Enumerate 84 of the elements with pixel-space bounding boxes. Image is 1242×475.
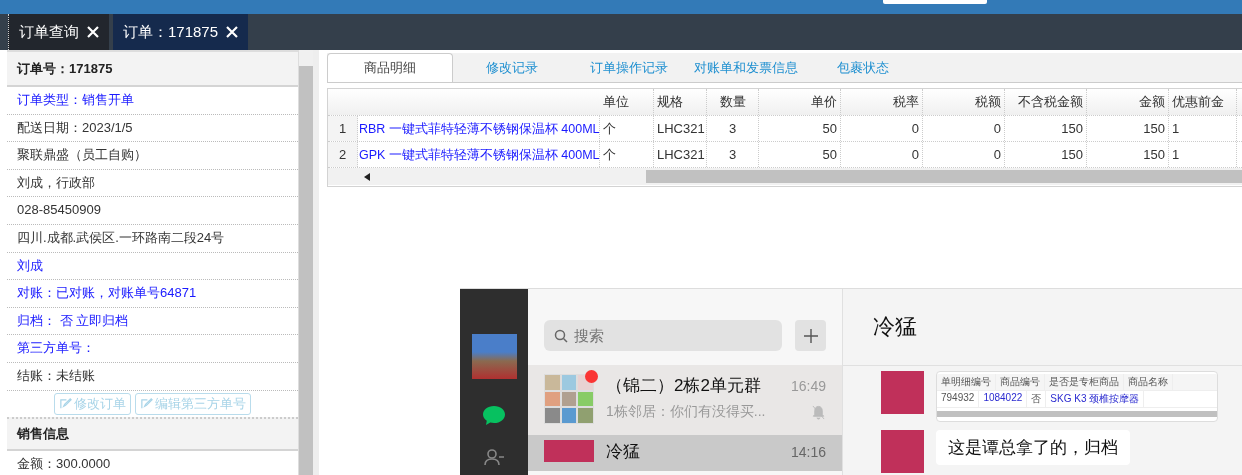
- table-cell: LHC321: [654, 116, 707, 141]
- table-cell: 50: [759, 142, 841, 167]
- column-header: 商品名称: [1124, 374, 1173, 390]
- info-text: 028-85450909: [7, 197, 298, 225]
- info-text: 聚联鼎盛（员工自购）: [7, 142, 298, 170]
- group-avatar: [544, 374, 594, 424]
- product-link[interactable]: RBR 一键式菲特轻薄不锈钢保温杯 400ML: [359, 122, 600, 136]
- conversation-name: （锦二）2栋2单元群: [606, 375, 761, 397]
- conversation-time: 16:49: [790, 377, 826, 394]
- photo-placeholder[interactable]: [471, 334, 517, 379]
- table-cell: 150: [1087, 142, 1169, 167]
- column-header: 单明细编号: [937, 374, 996, 390]
- table-cell: 0: [923, 116, 1005, 141]
- conversation-item[interactable]: 冷猛 14:16: [528, 435, 842, 471]
- close-icon[interactable]: [226, 26, 239, 38]
- photo-placeholder: [881, 371, 924, 414]
- conversation-item[interactable]: （锦二）2栋2单元群 16:49 1栋邻居：你们有没得买...: [528, 365, 842, 435]
- row-number: 1: [328, 116, 358, 141]
- section-header: 销售信息: [7, 416, 298, 451]
- person-icon[interactable]: [484, 449, 504, 465]
- left-arrow-icon[interactable]: [364, 172, 370, 181]
- info-link[interactable]: 对账：已对账，对账单号64871: [7, 280, 298, 308]
- table-cell: SKG K3 颈椎按摩器: [1046, 391, 1145, 407]
- pencil-icon: [59, 397, 72, 411]
- column-header: 商品编号: [996, 374, 1045, 390]
- page-tab[interactable]: 订单：171875: [113, 14, 249, 50]
- chat-bubble-icon[interactable]: [482, 405, 506, 427]
- table-cell: LHC321: [654, 142, 707, 167]
- search-field[interactable]: 搜索: [544, 320, 782, 351]
- table-cell: 50: [759, 116, 841, 141]
- conversation-name: 冷猛: [606, 441, 640, 463]
- column-header: 单价: [759, 89, 841, 115]
- info-link[interactable]: 归档： 否 立即归档: [7, 307, 298, 336]
- table-cell: 3: [707, 116, 759, 141]
- table-cell: 个: [600, 116, 654, 141]
- column-header: 不含税金额: [1005, 89, 1087, 115]
- page-tab[interactable]: 订单查询: [8, 14, 109, 50]
- table-cell: 150: [1087, 116, 1169, 141]
- info-text: 四川.成都.武侯区.一环路南二段24号: [7, 224, 298, 253]
- column-header: 税额: [923, 89, 1005, 115]
- table-cell: 0: [841, 116, 923, 141]
- table-cell: 0: [923, 142, 1005, 167]
- photo-placeholder: [544, 440, 594, 462]
- column-header: 规格: [654, 89, 707, 115]
- table-cell: 否: [1027, 391, 1047, 407]
- photo-placeholder: [881, 430, 924, 473]
- table-cell: 150: [1005, 116, 1087, 141]
- table-cell: 794932: [937, 391, 980, 407]
- table-cell: 个: [600, 142, 654, 167]
- close-icon[interactable]: [87, 26, 99, 38]
- column-header: 优惠前金: [1169, 89, 1237, 115]
- table-cell: 150: [1005, 142, 1087, 167]
- product-link[interactable]: GPK 一键式菲特轻薄不锈钢保温杯 400ML: [359, 148, 600, 162]
- detail-tab[interactable]: 商品明细: [327, 53, 453, 82]
- row-number: 2: [328, 142, 358, 167]
- table-cell: 3: [707, 142, 759, 167]
- chat-title: 冷猛: [843, 289, 1242, 366]
- info-text: 结账：未结账: [7, 362, 298, 391]
- column-header: 单位: [600, 89, 654, 115]
- info-text: 金额：300.0000: [7, 450, 298, 475]
- column-header: 税率: [841, 89, 923, 115]
- add-button[interactable]: [795, 320, 826, 351]
- table-cell: 1: [1169, 142, 1237, 167]
- table-cell: 0: [841, 142, 923, 167]
- info-text: 刘成，行政部: [7, 169, 298, 198]
- scrollbar[interactable]: [299, 50, 313, 475]
- column-header: 金额: [1087, 89, 1169, 115]
- horizontal-scrollbar[interactable]: [328, 168, 1242, 185]
- info-link[interactable]: 刘成: [7, 252, 298, 281]
- pencil-icon: [140, 397, 153, 411]
- order-number-header: 订单号：171875: [7, 50, 298, 87]
- info-link[interactable]: 订单类型：销售开单: [7, 87, 298, 115]
- info-link[interactable]: 第三方单号：: [7, 335, 298, 363]
- column-header: 数量: [707, 89, 759, 115]
- screenshot-message[interactable]: 单明细编号 商品编号 是否是专柜商品 商品名称 794932 1084022 否 SKG K3 颈椎按摩器: [936, 371, 1218, 422]
- conversation-time: 14:16: [790, 443, 826, 460]
- message-bubble: 这是谭总拿了的，归档: [936, 430, 1130, 465]
- message-preview: 1栋邻居：你们有没得买...: [606, 403, 766, 421]
- info-text: 配送日期：2023/1/5: [7, 114, 298, 143]
- table-cell: 1: [1169, 116, 1237, 141]
- search-icon: [554, 329, 568, 343]
- plus-icon: [803, 328, 818, 343]
- column-header: 是否是专柜商品: [1045, 374, 1124, 390]
- table-cell: 1084022: [979, 391, 1028, 407]
